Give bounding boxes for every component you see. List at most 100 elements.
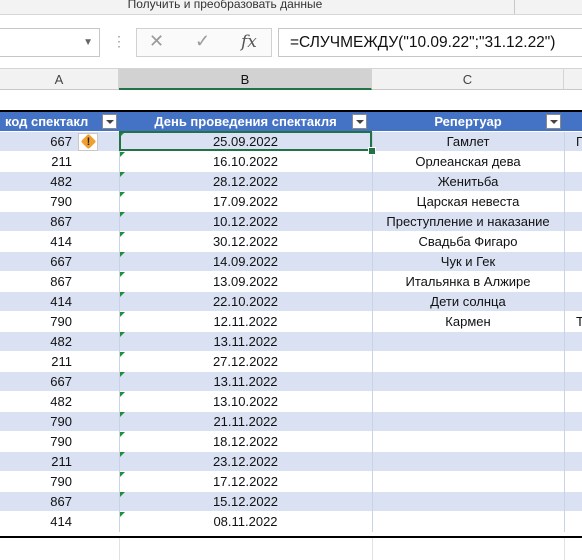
cell-code[interactable]: 482 bbox=[0, 332, 72, 352]
cell-repertoire[interactable] bbox=[372, 472, 564, 492]
cell-d[interactable] bbox=[576, 292, 582, 312]
cell-repertoire[interactable]: Дети солнца bbox=[372, 292, 564, 312]
cell-date[interactable]: 10.12.2022 bbox=[119, 212, 372, 232]
cell-repertoire[interactable] bbox=[372, 412, 564, 432]
cell-date[interactable]: 28.12.2022 bbox=[119, 172, 372, 192]
cell-date[interactable]: 16.10.2022 bbox=[119, 152, 372, 172]
cell-code[interactable]: 211 bbox=[0, 452, 72, 472]
cell-code[interactable]: 667 bbox=[0, 252, 72, 272]
cell-repertoire[interactable]: Свадьба Фигаро bbox=[372, 232, 564, 252]
chevron-down-icon[interactable]: ▼ bbox=[83, 37, 93, 48]
column-header-d[interactable] bbox=[564, 69, 582, 90]
cell-date[interactable]: 30.12.2022 bbox=[119, 232, 372, 252]
cell-date[interactable]: 13.11.2022 bbox=[119, 372, 372, 392]
cell-date[interactable]: 27.12.2022 bbox=[119, 352, 372, 372]
cell-repertoire[interactable]: Кармен bbox=[372, 312, 564, 332]
cell-repertoire[interactable]: Орлеанская дева bbox=[372, 152, 564, 172]
column-header-a[interactable]: A bbox=[0, 69, 119, 90]
cell-d[interactable] bbox=[576, 152, 582, 172]
cell-d[interactable] bbox=[576, 172, 582, 192]
cell-d[interactable] bbox=[576, 392, 582, 412]
cell-d[interactable]: Т bbox=[576, 312, 582, 332]
cell-code[interactable]: 414 bbox=[0, 292, 72, 312]
cell-code[interactable]: 211 bbox=[0, 152, 72, 172]
cell-date[interactable]: 14.09.2022 bbox=[119, 252, 372, 272]
cell-d[interactable] bbox=[576, 372, 582, 392]
cell-d[interactable] bbox=[576, 472, 582, 492]
cell-repertoire[interactable] bbox=[372, 452, 564, 472]
cell-d[interactable] bbox=[576, 332, 582, 352]
cell-repertoire[interactable] bbox=[372, 432, 564, 452]
cell-date[interactable]: 23.12.2022 bbox=[119, 452, 372, 472]
cell-date[interactable]: 17.12.2022 bbox=[119, 472, 372, 492]
cell-repertoire[interactable]: Итальянка в Алжире bbox=[372, 272, 564, 292]
drag-handle-icon[interactable]: ⋮ bbox=[112, 33, 126, 50]
cell-repertoire[interactable] bbox=[372, 512, 564, 532]
cell-code[interactable]: 790 bbox=[0, 412, 72, 432]
cell-repertoire[interactable] bbox=[372, 332, 564, 352]
cell-code[interactable]: 667 bbox=[0, 132, 72, 152]
cell-code[interactable]: 790 bbox=[0, 472, 72, 492]
cell-code[interactable]: 790 bbox=[0, 432, 72, 452]
error-check-button[interactable]: ! bbox=[78, 133, 98, 151]
cell-d[interactable] bbox=[576, 432, 582, 452]
cell-d[interactable] bbox=[576, 252, 582, 272]
filter-dropdown-icon[interactable] bbox=[546, 114, 561, 129]
cell-date[interactable]: 22.10.2022 bbox=[119, 292, 372, 312]
cell-code[interactable]: 867 bbox=[0, 212, 72, 232]
cell-divider bbox=[119, 452, 120, 472]
cell-d[interactable]: Г bbox=[576, 132, 582, 152]
cell-repertoire[interactable]: Царская невеста bbox=[372, 192, 564, 212]
cell-code[interactable]: 790 bbox=[0, 192, 72, 212]
name-box[interactable]: ▼ bbox=[0, 28, 100, 57]
cell-d[interactable] bbox=[576, 232, 582, 252]
column-header-c[interactable]: C bbox=[372, 69, 564, 90]
cell-date[interactable]: 13.09.2022 bbox=[119, 272, 372, 292]
cell-divider bbox=[372, 332, 373, 352]
filter-dropdown-icon[interactable] bbox=[352, 114, 367, 129]
cell-code[interactable]: 667 bbox=[0, 372, 72, 392]
cell-date[interactable]: 17.09.2022 bbox=[119, 192, 372, 212]
column-header-b[interactable]: B bbox=[119, 69, 372, 90]
cell-divider bbox=[372, 272, 373, 292]
cell-repertoire[interactable] bbox=[372, 372, 564, 392]
cell-code[interactable]: 414 bbox=[0, 232, 72, 252]
cell-repertoire[interactable] bbox=[372, 352, 564, 372]
cell-date[interactable]: 15.12.2022 bbox=[119, 492, 372, 512]
cell-repertoire[interactable] bbox=[372, 392, 564, 412]
cell-repertoire[interactable]: Женитьба bbox=[372, 172, 564, 192]
cell-d[interactable] bbox=[576, 512, 582, 532]
cell-date[interactable]: 08.11.2022 bbox=[119, 512, 372, 532]
cancel-x-icon[interactable]: ✕ bbox=[149, 31, 164, 52]
enter-checkmark-icon[interactable]: ✓ bbox=[195, 31, 210, 52]
insert-function-icon[interactable]: fx bbox=[241, 32, 257, 52]
cell-repertoire[interactable] bbox=[372, 492, 564, 512]
cell-code[interactable]: 211 bbox=[0, 352, 72, 372]
fill-handle[interactable] bbox=[368, 147, 376, 155]
cell-code[interactable]: 867 bbox=[0, 272, 72, 292]
cell-date[interactable]: 18.12.2022 bbox=[119, 432, 372, 452]
cell-date[interactable]: 13.11.2022 bbox=[119, 332, 372, 352]
cell-d[interactable] bbox=[576, 492, 582, 512]
cell-repertoire[interactable]: Преступление и наказание bbox=[372, 212, 564, 232]
cell-d[interactable] bbox=[576, 272, 582, 292]
formula-input[interactable]: =СЛУЧМЕЖДУ("10.09.22";"31.12.22") bbox=[278, 28, 582, 57]
cell-date[interactable]: 12.11.2022 bbox=[119, 312, 372, 332]
cell-d[interactable] bbox=[576, 352, 582, 372]
cell-d[interactable] bbox=[576, 412, 582, 432]
cell-code[interactable]: 790 bbox=[0, 312, 72, 332]
filter-dropdown-icon[interactable] bbox=[102, 114, 117, 129]
cell-repertoire[interactable]: Чук и Гек bbox=[372, 252, 564, 272]
cell-code[interactable]: 867 bbox=[0, 492, 72, 512]
cell-date[interactable]: 13.10.2022 bbox=[119, 392, 372, 412]
cell-divider bbox=[564, 312, 565, 332]
cell-code[interactable]: 414 bbox=[0, 512, 72, 532]
cell-code[interactable]: 482 bbox=[0, 392, 72, 412]
cell-repertoire[interactable]: Гамлет bbox=[372, 132, 564, 152]
cell-d[interactable] bbox=[576, 452, 582, 472]
table-row: 867 13.09.2022 Итальянка в Алжире bbox=[0, 272, 582, 292]
cell-date[interactable]: 21.11.2022 bbox=[119, 412, 372, 432]
cell-code[interactable]: 482 bbox=[0, 172, 72, 192]
cell-d[interactable] bbox=[576, 192, 582, 212]
cell-d[interactable] bbox=[576, 212, 582, 232]
